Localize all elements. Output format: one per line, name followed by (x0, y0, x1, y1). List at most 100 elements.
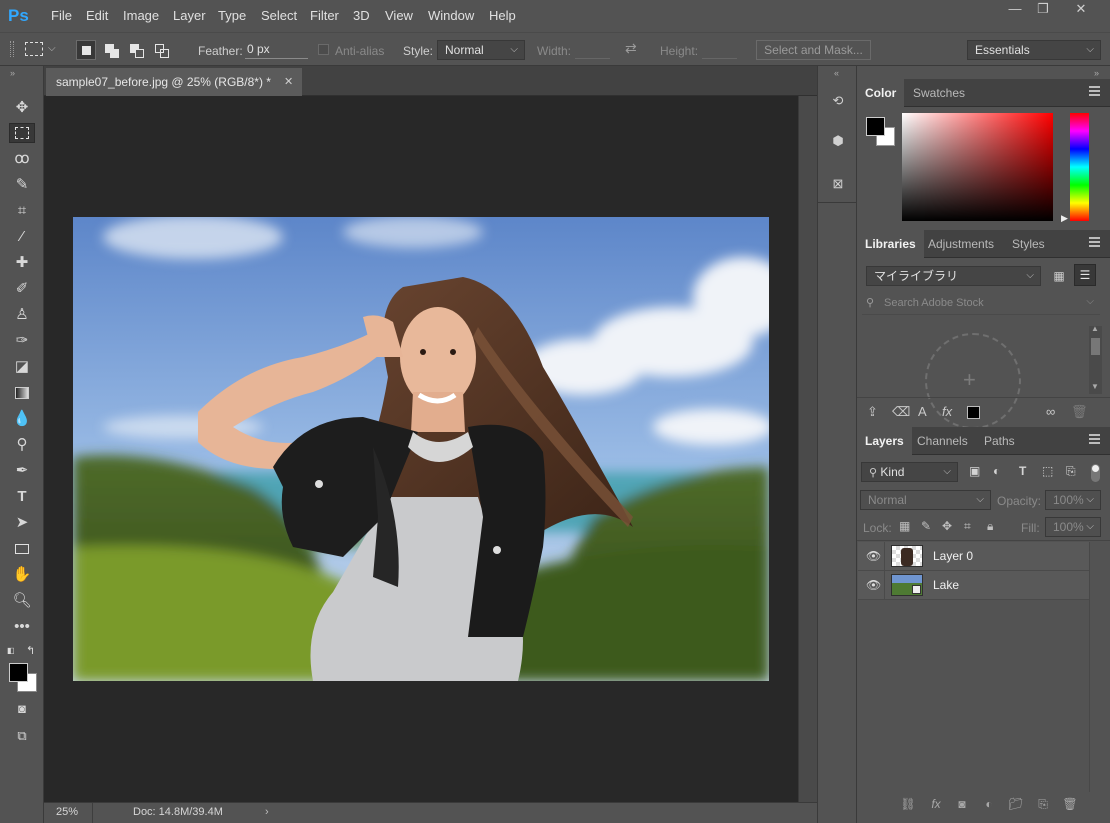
document-image[interactable] (73, 217, 769, 681)
chevron-down-icon[interactable]: ⌵ (48, 43, 56, 54)
move-tool-icon[interactable]: ✥ (11, 98, 33, 118)
collapse-panels-icon[interactable]: « (834, 68, 839, 78)
layer-row[interactable]: 👁︎ Lake (858, 571, 1089, 600)
pen-tool-icon[interactable]: ✒ (11, 461, 33, 481)
add-color-icon[interactable] (967, 406, 980, 419)
panel-menu-icon[interactable] (1089, 434, 1100, 444)
add-layer-style-icon[interactable]: fx (927, 797, 945, 811)
brush-tool-icon[interactable]: ✐ (11, 279, 33, 299)
menu-image[interactable]: Image (123, 8, 159, 23)
tab-layers[interactable]: Layers (857, 427, 912, 455)
menu-view[interactable]: View (385, 8, 413, 23)
hand-tool-icon[interactable]: ✋ (11, 565, 33, 585)
healing-brush-tool-icon[interactable]: ✚ (11, 253, 33, 273)
add-brush-icon[interactable]: ⌫ (892, 404, 910, 420)
layer-name[interactable]: Layer 0 (933, 549, 973, 563)
eyedropper-tool-icon[interactable]: ⁄ (11, 227, 33, 247)
new-selection-button[interactable] (76, 40, 96, 60)
new-layer-icon[interactable]: ⎘ (1034, 797, 1052, 812)
grip-handle[interactable] (10, 41, 14, 57)
rectangular-marquee-tool-icon[interactable] (9, 123, 35, 143)
path-selection-tool-icon[interactable]: ➤ (11, 513, 33, 533)
default-colors-icon[interactable]: ◧ (7, 646, 15, 655)
hue-slider-marker-icon[interactable]: ▶ (1061, 213, 1068, 224)
status-menu-chevron-icon[interactable]: › (265, 806, 269, 818)
eye-icon[interactable]: 👁︎ (866, 549, 881, 563)
trash-icon[interactable]: 🗑︎ (1071, 404, 1088, 420)
layer-filter-dropdown[interactable]: ⚲ Kind ⌵ (861, 462, 958, 482)
swap-width-height-icon[interactable]: ⇄ (625, 40, 637, 57)
maximize-button[interactable]: ❐ (1028, 0, 1058, 20)
blur-tool-icon[interactable]: 💧 (11, 409, 33, 429)
close-tab-icon[interactable]: ✕ (284, 68, 293, 96)
zoom-level[interactable]: 25% (56, 806, 78, 818)
layer-row[interactable]: 👁︎ Layer 0 (858, 542, 1089, 571)
lock-image-pixels-icon[interactable]: ✎ (921, 519, 931, 533)
document-tab[interactable]: sample07_before.jpg @ 25% (RGB/8*) * ✕ (46, 68, 302, 96)
add-to-selection-button[interactable] (101, 40, 121, 60)
tab-channels[interactable]: Channels (909, 427, 976, 455)
workspace-dropdown[interactable]: Essentials ⌵ (967, 40, 1101, 60)
panel-menu-icon[interactable] (1089, 86, 1100, 96)
style-dropdown[interactable]: Normal ⌵ (437, 40, 525, 60)
menu-edit[interactable]: Edit (86, 8, 108, 23)
lock-position-icon[interactable]: ✥ (942, 519, 952, 533)
collapse-right-panels-icon[interactable]: » (1094, 68, 1099, 78)
eraser-tool-icon[interactable]: ◪ (11, 357, 33, 377)
panel-menu-icon[interactable] (1089, 237, 1100, 247)
quick-selection-tool-icon[interactable]: ✎ (11, 175, 33, 195)
marquee-preset-icon[interactable] (25, 42, 43, 56)
filter-smart-objects-icon[interactable]: ⎘ (1066, 464, 1076, 479)
quick-mask-icon[interactable]: ◙ (11, 699, 33, 719)
minimize-button[interactable]: — (1000, 0, 1030, 20)
tab-paths[interactable]: Paths (976, 427, 1023, 455)
lasso-tool-icon[interactable]: ꝏ (11, 149, 33, 169)
hue-slider[interactable] (1070, 113, 1089, 221)
properties-icon[interactable]: ⊠ (827, 173, 849, 195)
library-scrollbar[interactable]: ▲ ▼ (1089, 324, 1102, 394)
vertical-scrollbar[interactable] (798, 96, 817, 802)
clone-stamp-tool-icon[interactable]: ♙ (11, 305, 33, 325)
new-adjustment-layer-icon[interactable]: ◐ (980, 797, 998, 811)
subtract-from-selection-button[interactable] (126, 40, 146, 60)
layers-scrollbar[interactable] (1089, 542, 1110, 792)
tab-styles[interactable]: Styles (1004, 230, 1053, 258)
tab-color[interactable]: Color (857, 79, 905, 107)
lock-all-icon[interactable]: 🔒︎ (987, 519, 993, 534)
more-tools-icon[interactable]: ••• (11, 617, 33, 637)
eye-icon[interactable]: 👁︎ (866, 578, 881, 592)
intersect-selection-button[interactable] (151, 40, 171, 60)
menu-select[interactable]: Select (261, 8, 297, 23)
link-layers-icon[interactable]: ⛓︎ (899, 797, 917, 811)
screen-mode-icon[interactable]: ⧉ (11, 726, 33, 746)
tab-libraries[interactable]: Libraries (857, 230, 924, 258)
add-layer-mask-icon[interactable]: ◙ (953, 797, 971, 811)
tab-swatches[interactable]: Swatches (905, 79, 973, 107)
scroll-down-icon[interactable]: ▼ (1091, 382, 1099, 391)
filter-type-layers-icon[interactable]: T (1019, 464, 1026, 478)
library-dropdown[interactable]: マイライブラリ ⌵ (866, 266, 1041, 286)
swap-colors-icon[interactable]: ↰ (26, 644, 35, 657)
select-and-mask-button[interactable]: Select and Mask... (756, 40, 871, 60)
menu-help[interactable]: Help (489, 8, 516, 23)
tab-adjustments[interactable]: Adjustments (920, 230, 1002, 258)
menu-file[interactable]: File (51, 8, 72, 23)
filter-pixel-layers-icon[interactable]: ▣ (969, 464, 980, 478)
antialias-checkbox[interactable] (318, 44, 329, 55)
gradient-tool-icon[interactable] (11, 383, 33, 403)
creative-cloud-icon[interactable]: ∞ (1046, 404, 1055, 419)
lock-artboard-icon[interactable]: ⌗ (964, 519, 971, 534)
scroll-thumb[interactable] (1091, 338, 1100, 355)
layer-filter-toggle[interactable] (1091, 464, 1100, 482)
3d-icon[interactable]: ⬢ (827, 130, 849, 152)
list-view-icon[interactable]: ☰ (1074, 264, 1096, 286)
add-character-style-icon[interactable]: A (918, 404, 927, 419)
collapse-toolbar-icon[interactable]: » (10, 68, 15, 78)
stock-search-box[interactable]: ⚲ Search Adobe Stock ⌵ (862, 293, 1100, 315)
color-panel-foreground-swatch[interactable] (866, 117, 885, 136)
type-tool-icon[interactable]: T (11, 487, 33, 507)
upload-icon[interactable]: ⇪ (867, 404, 878, 420)
foreground-color-swatch[interactable] (9, 663, 28, 682)
chevron-down-icon[interactable]: ⌵ (1086, 296, 1094, 307)
history-brush-tool-icon[interactable]: ✑ (11, 331, 33, 351)
